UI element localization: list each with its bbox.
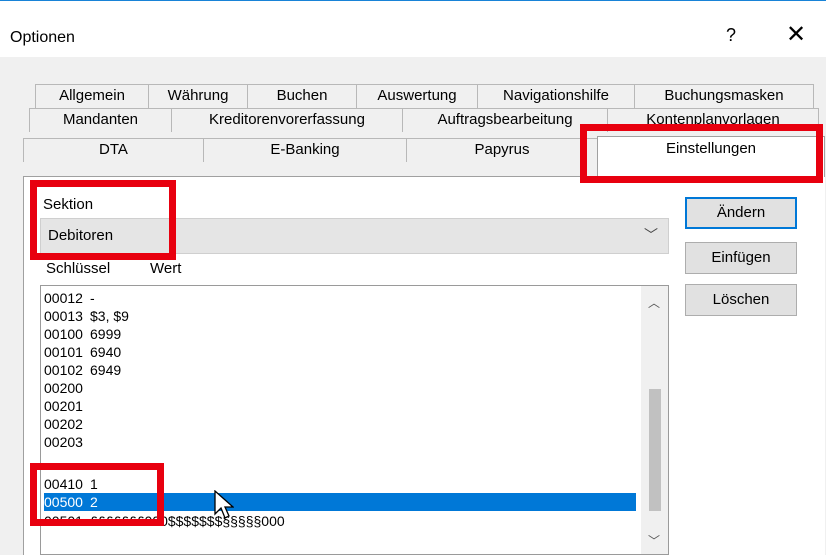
list-item[interactable]: 00100 6999 (44, 325, 636, 343)
list-item[interactable]: 00200 (44, 379, 636, 397)
chevron-down-icon[interactable]: ﹀ (644, 225, 658, 245)
close-icon[interactable]: ✕ (786, 20, 806, 49)
list-item[interactable]: 00201 (44, 397, 636, 415)
tab-dta[interactable]: DTA (23, 138, 204, 162)
change-button[interactable]: Ändern (685, 197, 797, 229)
tab-buchen[interactable]: Buchen (247, 84, 357, 108)
highlight-box-selected-row (30, 463, 164, 526)
column-header-key: Schlüssel (46, 260, 111, 277)
tab-auswertung[interactable]: Auswertung (356, 84, 478, 108)
list-scrollbar[interactable]: ︿ ﹀ (641, 286, 668, 554)
tab-buchungsmasken[interactable]: Buchungsmasken (634, 84, 814, 108)
tab-papyrus[interactable]: Papyrus (406, 138, 598, 162)
tab-allgemein[interactable]: Allgemein (35, 84, 149, 108)
list-item[interactable]: 00012- (44, 289, 636, 307)
window-title: Optionen (10, 29, 75, 46)
column-header-value: Wert (150, 260, 182, 277)
tab-e-banking[interactable]: E-Banking (203, 138, 407, 162)
list-item[interactable]: 00203 (44, 433, 636, 451)
highlight-box-section (30, 180, 176, 260)
insert-button[interactable]: Einfügen (685, 242, 797, 274)
mouse-pointer-icon (214, 490, 234, 519)
tab-mandanten[interactable]: Mandanten (29, 108, 172, 132)
scrollbar-thumb[interactable] (649, 389, 661, 511)
highlight-box-einstellungen (580, 124, 823, 183)
title-bar[interactable]: Optionen ? ✕ (0, 1, 826, 57)
list-item[interactable]: 00013 $3, $9 (44, 307, 636, 325)
scroll-down-icon[interactable]: ﹀ (648, 532, 660, 549)
tab-waehrung[interactable]: Währung (148, 84, 248, 108)
tab-auftragsbearbeitung[interactable]: Auftragsbearbeitung (402, 108, 608, 132)
help-icon[interactable]: ? (726, 25, 736, 46)
list-item[interactable]: 00101 6940 (44, 343, 636, 361)
scroll-up-icon[interactable]: ︿ (648, 294, 660, 311)
list-item[interactable]: 00102 6949 (44, 361, 636, 379)
tab-navigationshilfe[interactable]: Navigationshilfe (477, 84, 635, 108)
delete-button[interactable]: Löschen (685, 284, 797, 316)
tab-kreditorenvorerfassung[interactable]: Kreditorenvorerfassung (171, 108, 403, 132)
list-item[interactable]: 00202 (44, 415, 636, 433)
